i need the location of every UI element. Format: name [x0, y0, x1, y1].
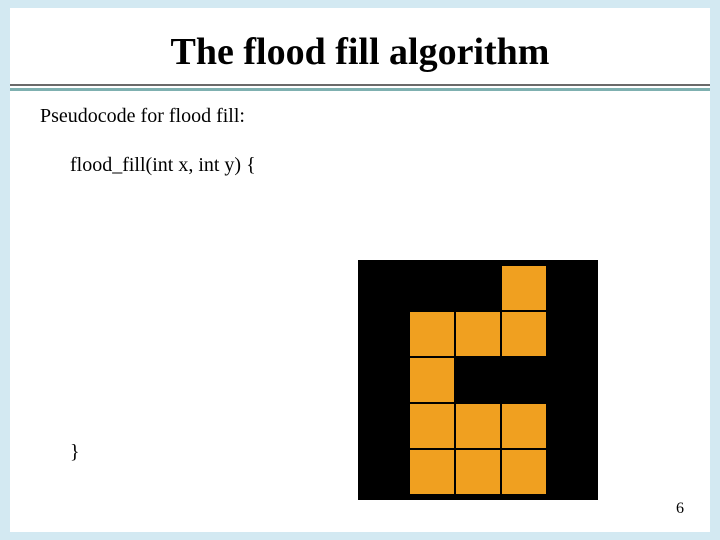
grid-cell — [410, 266, 454, 310]
grid-cell — [364, 450, 408, 494]
grid-cell — [456, 450, 500, 494]
grid-cell — [410, 358, 454, 402]
grid-cell — [410, 404, 454, 448]
page-number: 6 — [676, 500, 684, 518]
grid-cell — [410, 450, 454, 494]
grid-cell — [364, 266, 408, 310]
slide: The flood fill algorithm Pseudocode for … — [10, 8, 710, 532]
grid-cell — [502, 358, 546, 402]
grid-cell — [364, 358, 408, 402]
grid-cell — [456, 312, 500, 356]
grid-cell — [502, 450, 546, 494]
intro-text: Pseudocode for flood fill: — [40, 103, 680, 130]
grid-cell — [364, 312, 408, 356]
grid — [364, 266, 592, 494]
grid-cell — [502, 404, 546, 448]
grid-figure — [358, 260, 598, 500]
grid-cell — [548, 312, 592, 356]
grid-cell — [410, 312, 454, 356]
grid-cell — [548, 404, 592, 448]
code-open: flood_fill(int x, int y) { — [70, 152, 680, 179]
grid-cell — [456, 358, 500, 402]
grid-cell — [364, 404, 408, 448]
title-rule — [10, 84, 710, 91]
grid-cell — [456, 266, 500, 310]
rule-dark — [10, 84, 710, 86]
grid-cell — [502, 266, 546, 310]
grid-cell — [548, 450, 592, 494]
slide-title: The flood fill algorithm — [10, 8, 710, 74]
grid-cell — [548, 358, 592, 402]
grid-cell — [548, 266, 592, 310]
grid-cell — [502, 312, 546, 356]
grid-cell — [456, 404, 500, 448]
